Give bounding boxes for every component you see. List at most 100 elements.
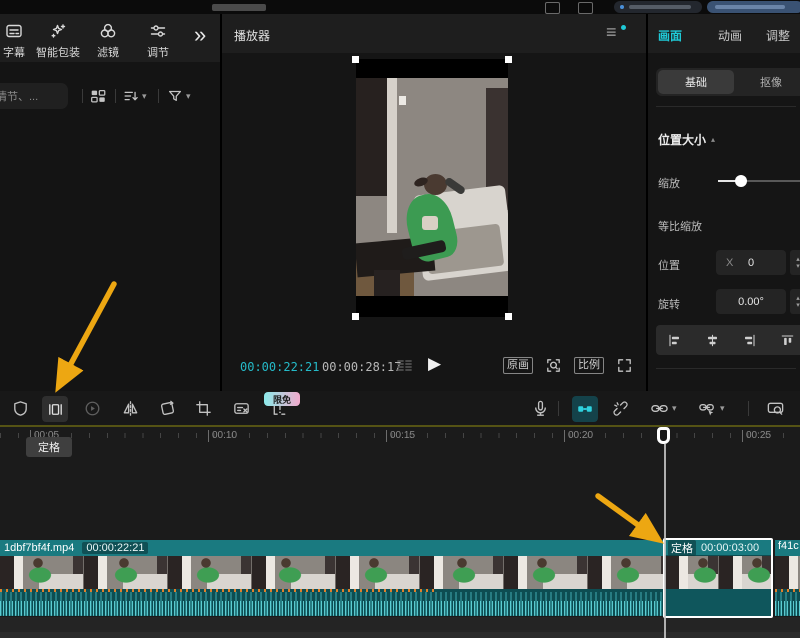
clip-thumbnail — [420, 556, 504, 589]
media-toolbar-expand-button[interactable]: » — [194, 24, 206, 46]
keyframe-marker-dots — [775, 589, 800, 592]
axis-x-label: X — [726, 257, 733, 269]
snap-magnet-icon — [576, 400, 594, 418]
chevron-down-icon: ▾ — [186, 91, 191, 102]
stepper-up-icon[interactable]: ▴ — [796, 295, 800, 302]
timeline-clip-freeze-selected[interactable]: 定格 00:00:03:00 — [663, 538, 773, 618]
play-speed-icon[interactable] — [83, 399, 102, 418]
tab-picture[interactable]: 画面 — [658, 27, 682, 44]
tab-animation[interactable]: 动画 — [718, 27, 742, 44]
subtab-keying[interactable]: 抠像 — [736, 70, 800, 94]
position-x-field[interactable]: X 0 — [716, 250, 786, 275]
media-toolbar: 字幕 智能包装 滤镜 调节 » — [0, 14, 220, 62]
align-right-icon[interactable] — [742, 333, 757, 348]
search-input[interactable]: 情节、... — [0, 83, 68, 109]
sort-icon — [122, 87, 140, 105]
player-title: 播放器 — [234, 27, 270, 44]
player-panel: 播放器 ≡ — [222, 14, 646, 391]
player-menu-icon[interactable]: ≡ — [606, 22, 617, 43]
cursor-link-icon — [698, 399, 717, 418]
subtab-basic[interactable]: 基础 — [658, 70, 734, 94]
rotation-field[interactable]: 0.00° — [716, 289, 786, 314]
ruler-label-15: 00:15 — [386, 430, 415, 442]
titlebar-project-title — [212, 4, 266, 11]
transform-handle[interactable] — [505, 313, 512, 320]
timeline-toolbar — [0, 391, 800, 425]
cursor-link-control[interactable]: ▾ — [698, 399, 725, 418]
transform-handle[interactable] — [352, 56, 359, 63]
mirror-flip-icon[interactable] — [121, 399, 140, 418]
playhead-handle[interactable] — [657, 427, 670, 444]
titlebar-share-pill[interactable] — [707, 1, 800, 13]
clip-header: 定格 00:00:03:00 — [665, 540, 771, 555]
caption-clear-icon[interactable] — [232, 399, 251, 418]
rotation-stepper[interactable]: ▴ ▾ — [790, 289, 800, 314]
titlebar-window-icon[interactable] — [545, 2, 560, 14]
play-button[interactable]: ▶ — [428, 354, 441, 374]
stepper-down-icon[interactable]: ▾ — [796, 263, 800, 270]
ruler-label-20: 00:20 — [564, 430, 593, 442]
frame-list-icon[interactable] — [394, 356, 414, 376]
captions-icon — [4, 21, 24, 41]
crop-icon[interactable] — [194, 399, 213, 418]
tab-adjust[interactable]: 调整 — [766, 27, 790, 44]
freeze-tooltip-label: 定格 — [38, 439, 60, 455]
titlebar-window-icon-2[interactable] — [578, 2, 593, 14]
preview-video-content — [356, 78, 508, 298]
clip-filmstrip — [0, 556, 663, 589]
transform-handle[interactable] — [505, 56, 512, 63]
filter-funnel-icon — [166, 87, 184, 105]
timeline-clip-main[interactable]: 1dbf7bf4f.mp4 00:00:22:21 — [0, 540, 663, 616]
chevron-down-icon: ▾ — [142, 91, 147, 102]
link-control[interactable]: ▾ — [650, 399, 677, 418]
layout-grid-icon[interactable] — [89, 87, 107, 105]
filter-control[interactable]: ▾ — [166, 87, 191, 105]
scale-slider[interactable] — [718, 180, 800, 182]
audio-waveform — [0, 589, 663, 616]
clip-thumbnail — [168, 556, 252, 589]
titlebar — [0, 0, 800, 14]
zoom-fit-icon[interactable] — [544, 356, 563, 375]
media-tab-label: 调节 — [147, 44, 169, 60]
playhead-line[interactable] — [664, 444, 666, 638]
mask-shield-icon[interactable] — [11, 399, 30, 418]
titlebar-status-pill[interactable] — [614, 1, 702, 13]
timeline-scrollbar-track[interactable] — [0, 632, 800, 638]
align-top-icon[interactable] — [780, 333, 795, 348]
sort-control[interactable]: ▾ — [122, 87, 147, 105]
scale-label: 缩放 — [658, 175, 680, 191]
uniform-scale-label: 等比缩放 — [658, 218, 702, 234]
divider — [656, 368, 796, 369]
freeze-frame-icon — [46, 400, 65, 419]
fullscreen-icon[interactable] — [615, 356, 634, 375]
stepper-up-icon[interactable]: ▴ — [796, 256, 800, 263]
section-position-size[interactable]: 位置大小 ▴ — [658, 131, 715, 148]
ratio-button[interactable]: 比例 — [574, 357, 604, 374]
transform-handle[interactable] — [352, 313, 359, 320]
unlink-preview-icon[interactable] — [611, 399, 630, 418]
divider — [656, 106, 796, 107]
rotate-icon[interactable] — [158, 399, 177, 418]
clip-thumbnail — [665, 556, 719, 589]
preview-search-icon[interactable] — [766, 399, 785, 418]
limited-free-badge: 限免 — [264, 392, 300, 406]
filters-icon — [98, 21, 118, 41]
snap-toggle-button[interactable] — [572, 396, 598, 422]
media-tab-label: 智能包装 — [36, 44, 80, 60]
stepper-down-icon[interactable]: ▾ — [796, 302, 800, 309]
slider-knob[interactable] — [735, 175, 747, 187]
position-x-stepper[interactable]: ▴ ▾ — [790, 250, 800, 275]
align-left-icon[interactable] — [667, 333, 682, 348]
align-center-horizontal-icon[interactable] — [705, 333, 720, 348]
preview-video-frame[interactable] — [356, 59, 508, 317]
media-tab-adjust[interactable]: 调节 — [130, 21, 186, 60]
adjust-icon — [148, 21, 168, 41]
original-quality-button[interactable]: 原画 — [503, 357, 533, 374]
media-tab-filters[interactable]: 滤镜 — [80, 21, 136, 60]
media-tab-smart-package[interactable]: 智能包装 — [30, 21, 86, 60]
notification-dot — [621, 25, 626, 30]
freeze-frame-button[interactable] — [42, 396, 68, 422]
record-voiceover-icon[interactable] — [531, 399, 550, 418]
timeline-clip-next[interactable]: f41c — [775, 540, 800, 616]
link-icon — [650, 399, 669, 418]
